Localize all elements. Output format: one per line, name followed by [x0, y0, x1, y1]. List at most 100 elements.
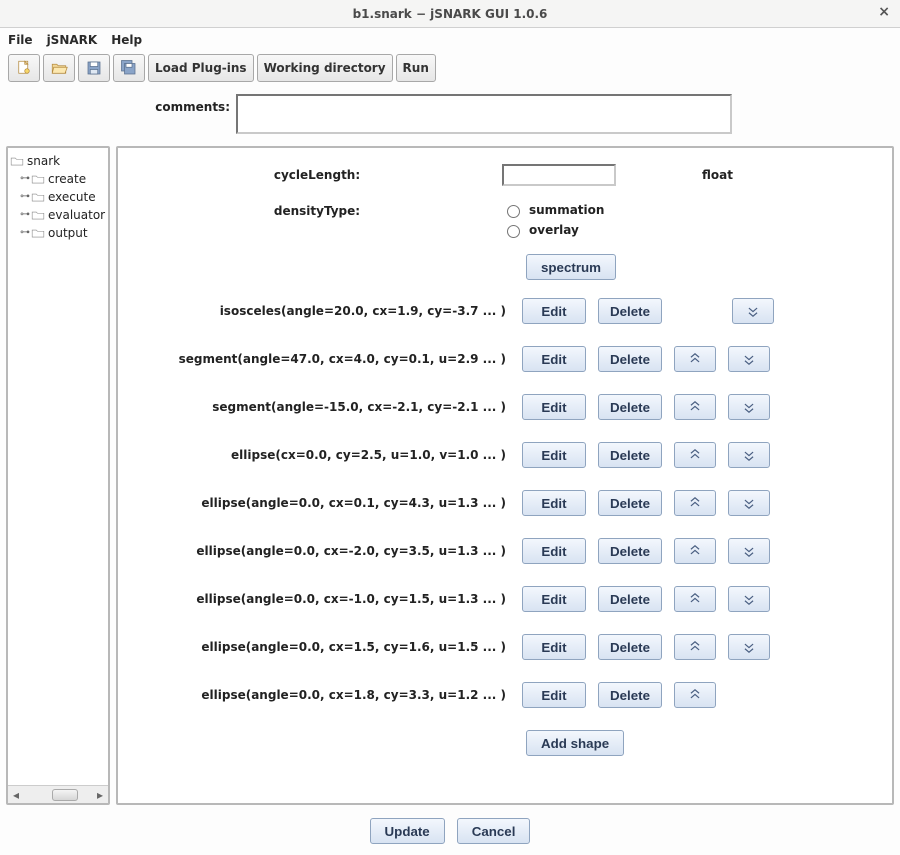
- tree-item-evaluator[interactable]: ⊶ evaluator: [20, 206, 106, 224]
- delete-button[interactable]: Delete: [598, 538, 662, 564]
- move-up-button[interactable]: [674, 586, 716, 612]
- edit-button[interactable]: Edit: [522, 634, 586, 660]
- move-down-button[interactable]: [728, 442, 770, 468]
- save-button[interactable]: [78, 54, 110, 82]
- expand-icon[interactable]: ⊶: [20, 209, 28, 221]
- expand-icon[interactable]: ⊶: [20, 227, 28, 239]
- tree-item-execute[interactable]: ⊶ execute: [20, 188, 106, 206]
- scroll-left-icon[interactable]: ◂: [8, 788, 24, 802]
- delete-button[interactable]: Delete: [598, 490, 662, 516]
- save-all-button[interactable]: [113, 54, 145, 82]
- menu-file[interactable]: File: [8, 33, 33, 47]
- move-up-button[interactable]: [674, 634, 716, 660]
- tree-item-label: execute: [48, 188, 96, 206]
- edit-button[interactable]: Edit: [522, 538, 586, 564]
- comments-row: comments:: [0, 88, 900, 144]
- move-up-button[interactable]: [674, 538, 716, 564]
- edit-button[interactable]: Edit: [522, 682, 586, 708]
- cyclelength-input[interactable]: [502, 164, 616, 186]
- edit-button[interactable]: Edit: [522, 298, 586, 324]
- shape-row: ellipse(angle=0.0, cx=-2.0, cy=3.5, u=1.…: [132, 538, 878, 564]
- shape-label: ellipse(angle=0.0, cx=1.5, cy=1.6, u=1.5…: [132, 640, 510, 654]
- delete-button[interactable]: Delete: [598, 394, 662, 420]
- shape-row: ellipse(cx=0.0, cy=2.5, u=1.0, v=1.0 ...…: [132, 442, 878, 468]
- move-down-button[interactable]: [728, 394, 770, 420]
- folder-icon: [31, 209, 45, 221]
- shape-label: isosceles(angle=20.0, cx=1.9, cy=-3.7 ..…: [132, 304, 510, 318]
- shape-row: ellipse(angle=0.0, cx=-1.0, cy=1.5, u=1.…: [132, 586, 878, 612]
- cyclelength-label: cycleLength:: [132, 168, 502, 182]
- close-icon[interactable]: ×: [878, 4, 890, 20]
- delete-button[interactable]: Delete: [598, 442, 662, 468]
- cancel-button[interactable]: Cancel: [457, 818, 531, 844]
- move-up-button[interactable]: [674, 442, 716, 468]
- move-down-button[interactable]: [728, 586, 770, 612]
- shape-label: ellipse(angle=0.0, cx=0.1, cy=4.3, u=1.3…: [132, 496, 510, 510]
- move-down-button[interactable]: [728, 346, 770, 372]
- delete-button[interactable]: Delete: [598, 586, 662, 612]
- tree-item-label: output: [48, 224, 88, 242]
- menu-jsnark[interactable]: jSNARK: [47, 33, 98, 47]
- window-title: b1.snark − jSNARK GUI 1.0.6: [353, 7, 548, 21]
- spectrum-button[interactable]: spectrum: [526, 254, 616, 280]
- tree[interactable]: snark ⊶ create ⊶ execute ⊶ evaluator ⊶ output: [8, 148, 108, 785]
- tree-item-output[interactable]: ⊶ output: [20, 224, 106, 242]
- edit-button[interactable]: Edit: [522, 442, 586, 468]
- move-down-button[interactable]: [732, 298, 774, 324]
- density-radio-overlay[interactable]: [507, 225, 520, 238]
- edit-button[interactable]: Edit: [522, 394, 586, 420]
- shape-label: segment(angle=-15.0, cx=-2.1, cy=-2.1 ..…: [132, 400, 510, 414]
- footer: Update Cancel: [0, 807, 900, 855]
- shape-row: ellipse(angle=0.0, cx=0.1, cy=4.3, u=1.3…: [132, 490, 878, 516]
- tree-root[interactable]: snark: [10, 152, 106, 170]
- shape-label: segment(angle=47.0, cx=4.0, cy=0.1, u=2.…: [132, 352, 510, 366]
- move-up-button[interactable]: [674, 490, 716, 516]
- edit-button[interactable]: Edit: [522, 346, 586, 372]
- density-radio-summation[interactable]: [507, 205, 520, 218]
- delete-button[interactable]: Delete: [598, 634, 662, 660]
- move-down-button[interactable]: [728, 538, 770, 564]
- density-option-label: summation: [529, 203, 604, 217]
- run-button[interactable]: Run: [396, 54, 436, 82]
- delete-button[interactable]: Delete: [598, 682, 662, 708]
- density-option-label: overlay: [529, 223, 579, 237]
- shape-label: ellipse(cx=0.0, cy=2.5, u=1.0, v=1.0 ...…: [132, 448, 510, 462]
- scroll-track[interactable]: [24, 788, 92, 802]
- tree-horizontal-scrollbar[interactable]: ◂ ▸: [8, 785, 108, 803]
- tree-item-create[interactable]: ⊶ create: [20, 170, 106, 188]
- load-plugins-button[interactable]: Load Plug-ins: [148, 54, 254, 82]
- shape-row: isosceles(angle=20.0, cx=1.9, cy=-3.7 ..…: [132, 298, 878, 324]
- expand-icon[interactable]: ⊶: [20, 191, 28, 203]
- folder-icon: [31, 173, 45, 185]
- titlebar: b1.snark − jSNARK GUI 1.0.6 ×: [0, 0, 900, 28]
- add-shape-button[interactable]: Add shape: [526, 730, 624, 756]
- density-option-overlay[interactable]: overlay: [502, 222, 604, 238]
- delete-button[interactable]: Delete: [598, 298, 662, 324]
- main-pane: cycleLength: float densityType: summatio…: [116, 146, 894, 805]
- edit-button[interactable]: Edit: [522, 586, 586, 612]
- new-file-button[interactable]: [8, 54, 40, 82]
- move-down-button[interactable]: [728, 634, 770, 660]
- move-up-button[interactable]: [674, 682, 716, 708]
- tree-root-label: snark: [27, 152, 60, 170]
- menubar: File jSNARK Help: [0, 28, 900, 52]
- comments-input[interactable]: [236, 94, 732, 134]
- menu-help[interactable]: Help: [111, 33, 142, 47]
- tree-item-label: evaluator: [48, 206, 105, 224]
- tree-item-label: create: [48, 170, 86, 188]
- working-directory-button[interactable]: Working directory: [257, 54, 393, 82]
- shape-label: ellipse(angle=0.0, cx=-1.0, cy=1.5, u=1.…: [132, 592, 510, 606]
- expand-icon[interactable]: ⊶: [20, 173, 28, 185]
- move-down-button[interactable]: [728, 490, 770, 516]
- move-up-button[interactable]: [674, 394, 716, 420]
- move-up-button[interactable]: [674, 346, 716, 372]
- shape-label: ellipse(angle=0.0, cx=1.8, cy=3.3, u=1.2…: [132, 688, 510, 702]
- scroll-right-icon[interactable]: ▸: [92, 788, 108, 802]
- density-option-summation[interactable]: summation: [502, 202, 604, 218]
- toolbar: Load Plug-ins Working directory Run: [0, 52, 900, 88]
- open-file-button[interactable]: [43, 54, 75, 82]
- delete-button[interactable]: Delete: [598, 346, 662, 372]
- edit-button[interactable]: Edit: [522, 490, 586, 516]
- scroll-thumb[interactable]: [52, 789, 78, 801]
- update-button[interactable]: Update: [370, 818, 445, 844]
